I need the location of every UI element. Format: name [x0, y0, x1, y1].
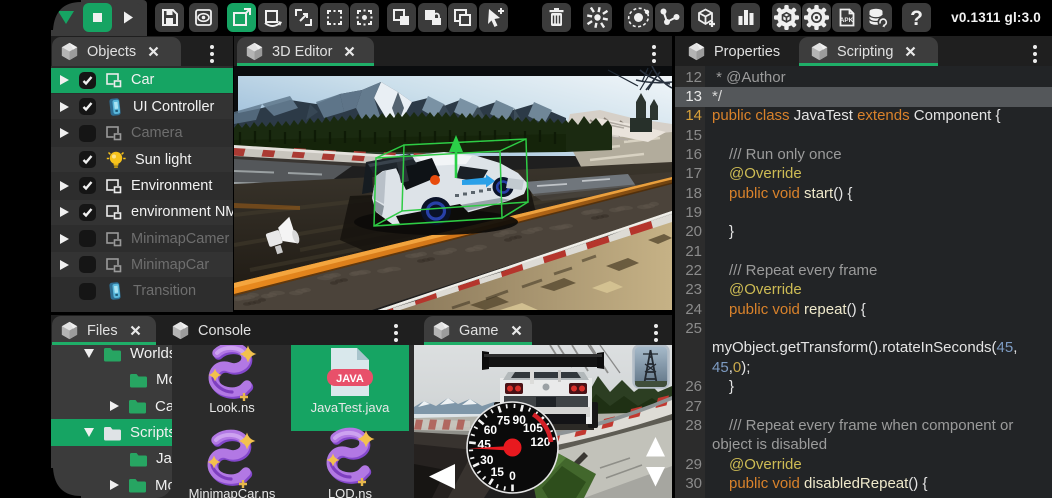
svg-text:?: ? — [910, 7, 923, 30]
svg-text:120: 120 — [530, 435, 550, 449]
svg-text:0: 0 — [509, 469, 516, 483]
svg-text:30: 30 — [480, 453, 494, 467]
svg-text:75: 75 — [497, 414, 511, 428]
svg-text:JAVA: JAVA — [336, 373, 364, 385]
svg-text:APK: APK — [840, 17, 854, 24]
svg-text:60: 60 — [484, 423, 498, 437]
